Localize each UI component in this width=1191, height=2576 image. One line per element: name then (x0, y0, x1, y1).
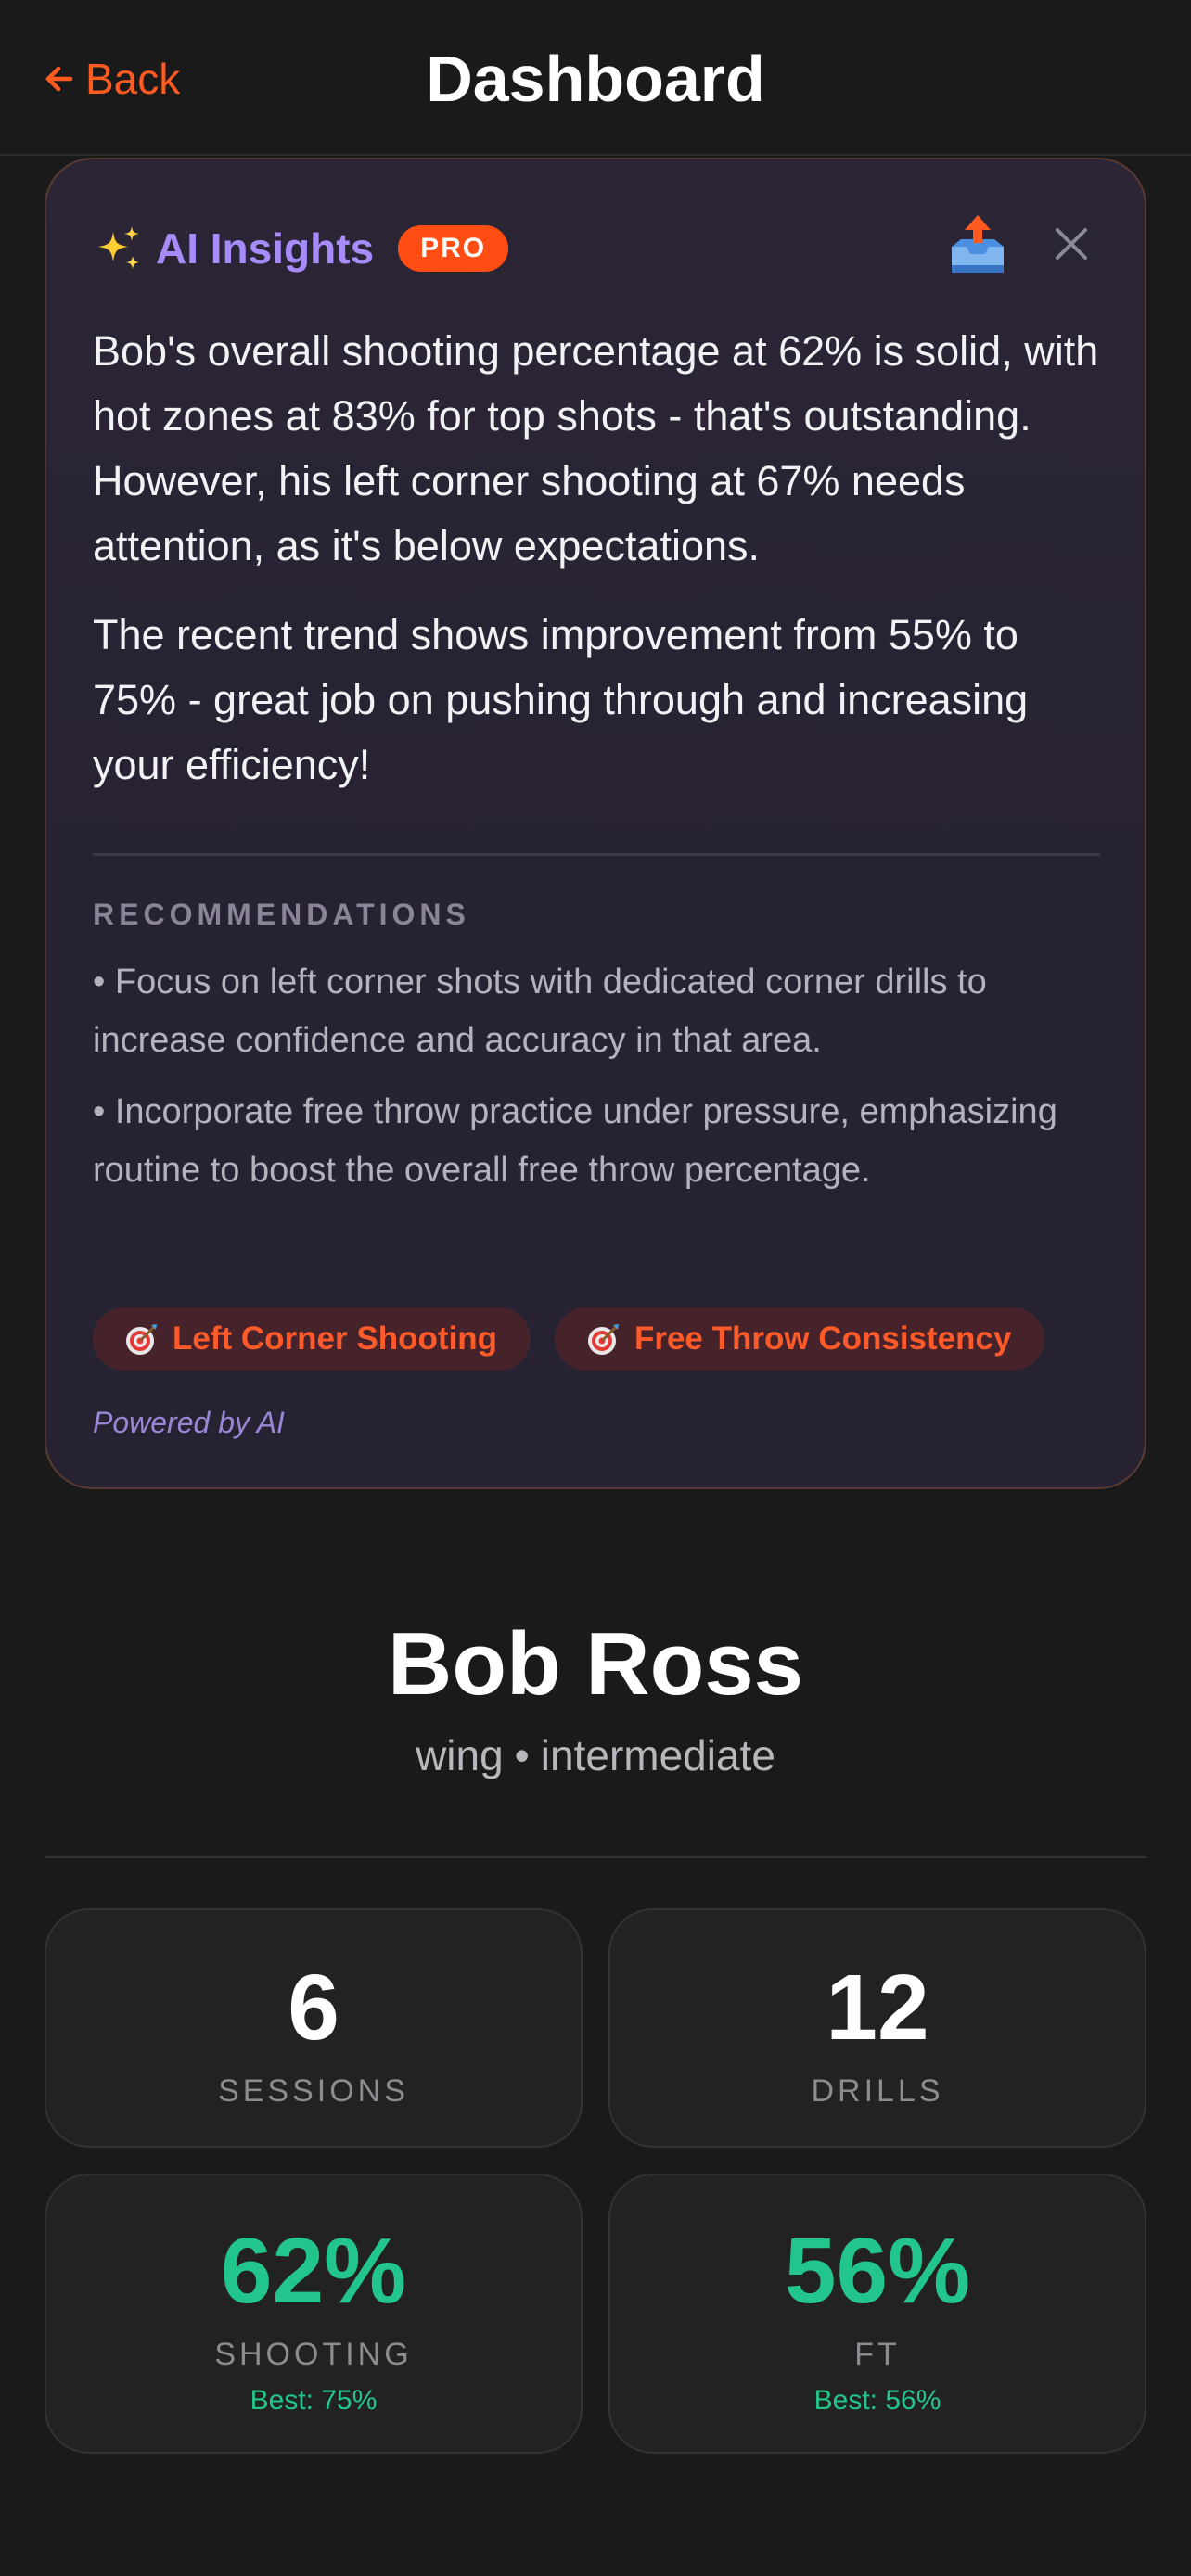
recommendations-list: • Focus on left corner shots with dedica… (93, 953, 1113, 1213)
ai-insights-body: Bob's overall shooting percentage at 62%… (93, 319, 1104, 822)
stat-value: 6 (288, 1956, 339, 2060)
stat-card-drills: 12 DRILLS (608, 1908, 1146, 2148)
stat-card-ft: 56% FT Best: 56% (608, 2174, 1146, 2454)
player-meta: wing • intermediate (0, 1730, 1191, 1780)
chip-label: Left Corner Shooting (173, 1320, 497, 1357)
stat-value: 62% (220, 2219, 407, 2323)
chip-left-corner-shooting[interactable]: Left Corner Shooting (93, 1307, 531, 1371)
recommendation-item: • Focus on left corner shots with dedica… (93, 963, 987, 1060)
sparkles-icon (98, 226, 139, 269)
player-position: wing (416, 1731, 504, 1779)
target-icon (126, 1324, 157, 1355)
pro-badge: PRO (398, 225, 509, 272)
page-title: Dashboard (426, 43, 765, 115)
player-level: intermediate (540, 1731, 775, 1779)
recommendations-heading: RECOMMENDATIONS (93, 898, 470, 931)
close-icon[interactable] (1050, 223, 1093, 265)
target-icon (587, 1324, 619, 1355)
stat-card-sessions: 6 SESSIONS (45, 1908, 583, 2148)
stat-label: SESSIONS (218, 2073, 409, 2109)
stat-best: Best: 56% (813, 2385, 941, 2416)
profile-divider (45, 1856, 1146, 1858)
insight-paragraph: The recent trend shows improvement from … (93, 611, 1029, 788)
meta-separator: • (514, 1731, 530, 1779)
top-navigation-bar: Back Dashboard (0, 0, 1191, 156)
player-name: Bob Ross (387, 1614, 804, 1714)
section-divider (93, 853, 1100, 856)
stat-value: 56% (784, 2219, 971, 2323)
chip-label: Free Throw Consistency (634, 1320, 1012, 1357)
stat-best: Best: 75% (250, 2385, 378, 2416)
chip-free-throw-consistency[interactable]: Free Throw Consistency (554, 1307, 1045, 1371)
stat-label: FT (854, 2337, 901, 2372)
stat-label: DRILLS (811, 2073, 944, 2109)
outbox-tray-icon[interactable] (948, 211, 1007, 276)
ai-insights-title: AI Insights (156, 224, 375, 273)
focus-chips: Left Corner Shooting Free Throw Consiste… (93, 1307, 1069, 1371)
powered-by-label: Powered by AI (93, 1406, 285, 1439)
insight-paragraph: Bob's overall shooting percentage at 62%… (93, 327, 1099, 569)
ai-insights-header: AI Insights PRO (93, 215, 509, 282)
stat-card-shooting: 62% SHOOTING Best: 75% (45, 2174, 583, 2454)
recommendation-item: • Incorporate free throw practice under … (93, 1092, 1057, 1190)
stat-value: 12 (826, 1956, 929, 2060)
ai-insights-card: AI Insights PRO Bob's overall shooting p… (45, 158, 1146, 1489)
stat-label: SHOOTING (214, 2337, 413, 2372)
